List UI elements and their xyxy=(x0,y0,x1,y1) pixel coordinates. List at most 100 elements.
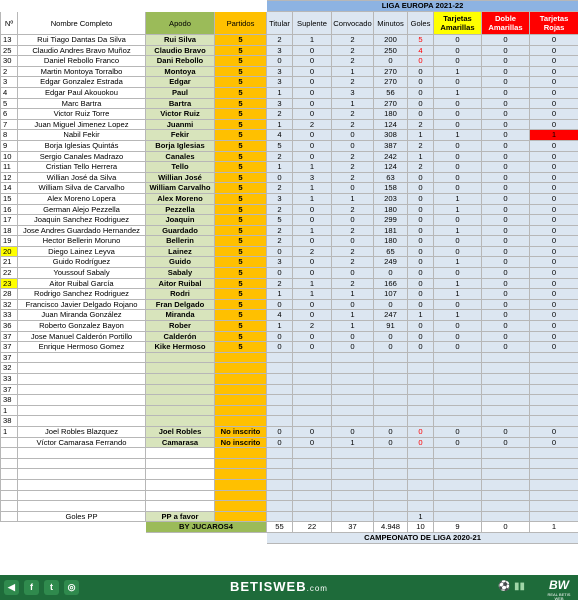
stat-convocado: 2 xyxy=(332,119,374,130)
stat-suplente: 0 xyxy=(293,236,332,247)
stat-rojas: 0 xyxy=(530,204,578,215)
stat-amarillas: 1 xyxy=(434,257,482,268)
empty-cell xyxy=(374,363,408,374)
empty-cell xyxy=(146,501,215,512)
empty-cell xyxy=(146,448,215,459)
stat-goles: 2 xyxy=(408,162,434,173)
empty-cell xyxy=(215,511,267,522)
player-number: 2 xyxy=(1,66,18,77)
stat-minutos: 270 xyxy=(374,98,408,109)
empty-cell xyxy=(293,501,332,512)
player-nickname: Joel Robles xyxy=(146,426,215,437)
empty-cell xyxy=(482,490,530,501)
empty-cell xyxy=(215,405,267,416)
player-fullname: Willian José da Silva xyxy=(18,172,146,183)
stat-goles: 0 xyxy=(408,193,434,204)
stat-amarillas: 1 xyxy=(434,193,482,204)
stat-suplente: 0 xyxy=(293,87,332,98)
table-row: 10Sergio Canales MadrazoCanales520224210… xyxy=(1,151,578,162)
stat-minutos: 0 xyxy=(374,426,408,437)
share-icon[interactable]: ◀ xyxy=(4,580,19,595)
table-row: 1Joel Robles BlazquezJoel RoblesNo inscr… xyxy=(1,426,578,437)
empty-cell xyxy=(293,511,332,522)
stat-doble: 0 xyxy=(482,162,530,173)
empty-cell xyxy=(332,405,374,416)
campeonato-header: CAMPEONATO DE LIGA 2020-21 xyxy=(267,532,578,543)
stat-amarillas: 0 xyxy=(434,215,482,226)
twitter-icon[interactable]: t xyxy=(44,580,59,595)
stat-goles: 2 xyxy=(408,119,434,130)
player-partidos: 5 xyxy=(215,172,267,183)
empty-cell xyxy=(1,469,18,480)
stat-titular: 0 xyxy=(267,172,293,183)
stat-amarillas: 0 xyxy=(434,140,482,151)
table-row: 19Hector Bellerin MorunoBellerin52001800… xyxy=(1,236,578,247)
player-number: 4 xyxy=(1,87,18,98)
empty-cell xyxy=(374,384,408,395)
stat-doble: 0 xyxy=(482,77,530,88)
col-minutos-header: Minutos xyxy=(374,12,408,35)
player-partidos: No inscrito xyxy=(215,426,267,437)
empty-cell xyxy=(267,384,293,395)
player-nickname: Rui Silva xyxy=(146,35,215,46)
col-rojas-header: Tarjetas Rojas xyxy=(530,12,578,35)
stat-doble: 0 xyxy=(482,278,530,289)
col-nombre-header: Nombre Completo xyxy=(18,12,146,35)
stat-goles: 0 xyxy=(408,56,434,67)
player-nickname: Borja Iglesias xyxy=(146,140,215,151)
player-fullname: Sergio Canales Madrazo xyxy=(18,151,146,162)
col-amarillas-header: Tarjetas Amarillas xyxy=(434,12,482,35)
table-row: 36Roberto Gonzalez BayonRober5121910000 xyxy=(1,321,578,332)
empty-cell xyxy=(1,448,18,459)
player-number: 8 xyxy=(1,130,18,141)
stat-titular: 3 xyxy=(267,98,293,109)
empty-cell xyxy=(530,374,578,385)
stat-rojas: 0 xyxy=(530,66,578,77)
stat-convocado: 1 xyxy=(332,66,374,77)
empty-cell xyxy=(215,501,267,512)
player-nickname: Lainez xyxy=(146,246,215,257)
stat-goles: 0 xyxy=(408,204,434,215)
stat-doble: 0 xyxy=(482,299,530,310)
empty-cell xyxy=(530,384,578,395)
table-row: 5Marc BartraBartra53012700000 xyxy=(1,98,578,109)
stat-doble: 0 xyxy=(482,426,530,437)
stat-titular: 0 xyxy=(267,246,293,257)
empty-row: 32 xyxy=(1,363,578,374)
empty-cell xyxy=(293,352,332,363)
col-partidos-header: Partidos xyxy=(215,12,267,35)
table-row: 13Rui Tiago Dantas Da SilvaRui Silva5212… xyxy=(1,35,578,46)
stat-amarillas: 0 xyxy=(434,172,482,183)
empty-cell xyxy=(1,479,18,490)
player-number: 15 xyxy=(1,193,18,204)
blank-cell xyxy=(18,1,146,12)
empty-cell xyxy=(434,469,482,480)
stat-doble: 0 xyxy=(482,236,530,247)
empty-cell xyxy=(146,416,215,427)
totals-row: BY JUCAROS45522374.94810901 xyxy=(1,522,578,533)
empty-cell xyxy=(374,501,408,512)
empty-cell xyxy=(408,501,434,512)
player-fullname: Daniel Rebollo Franco xyxy=(18,56,146,67)
empty-cell xyxy=(146,374,215,385)
stat-suplente: 0 xyxy=(293,331,332,342)
empty-cell xyxy=(374,374,408,385)
stat-doble: 0 xyxy=(482,183,530,194)
stat-goles: 2 xyxy=(408,140,434,151)
player-fullname: Diego Lainez Leyva xyxy=(18,246,146,257)
empty-cell xyxy=(267,469,293,480)
player-fullname: Rodrigo Sanchez Rodriguez xyxy=(18,289,146,300)
goles-pp-label: Goles PP xyxy=(18,511,146,522)
stat-doble: 0 xyxy=(482,257,530,268)
empty-cell xyxy=(530,395,578,406)
stat-convocado: 2 xyxy=(332,225,374,236)
empty-cell xyxy=(146,395,215,406)
stat-suplente: 0 xyxy=(293,437,332,448)
empty-cell xyxy=(374,395,408,406)
instagram-icon[interactable]: ◎ xyxy=(64,580,79,595)
total-convocado: 37 xyxy=(332,522,374,533)
stat-convocado: 1 xyxy=(332,289,374,300)
stat-suplente: 3 xyxy=(293,172,332,183)
empty-row: 37 xyxy=(1,384,578,395)
facebook-icon[interactable]: f xyxy=(24,580,39,595)
